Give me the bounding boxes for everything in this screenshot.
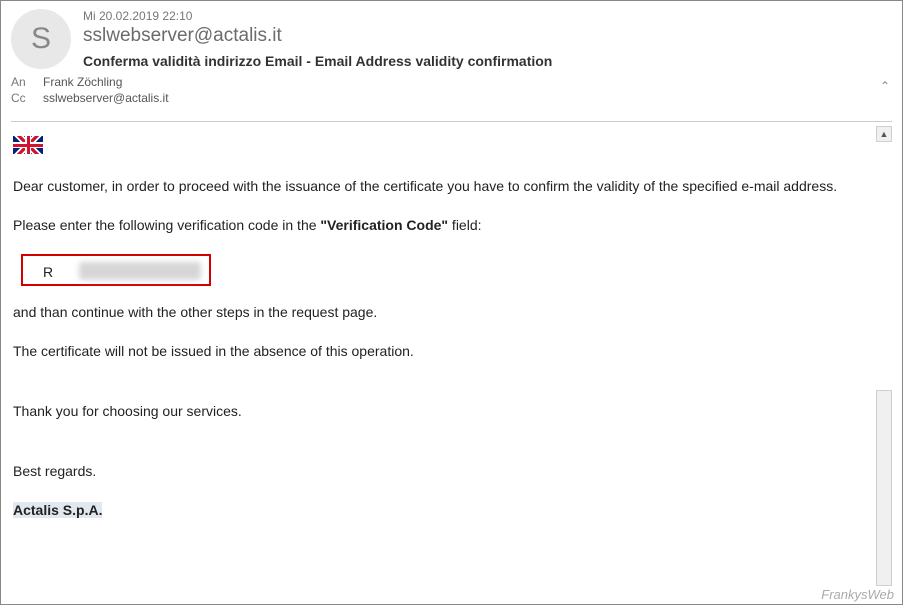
body-instruction: Please enter the following verification … <box>13 215 872 236</box>
instruction-prefix: Please enter the following verification … <box>13 217 320 233</box>
body-greeting: Dear customer, in order to proceed with … <box>13 176 872 197</box>
body-company: Actalis S.p.A. <box>13 500 872 521</box>
recipients-block: An Frank Zöchling Cc sslwebserver@actali… <box>1 73 902 117</box>
message-subject: Conferma validità indirizzo Email - Emai… <box>83 53 892 69</box>
expand-header-toggle[interactable]: ⌃ <box>880 79 890 93</box>
message-body: Dear customer, in order to proceed with … <box>11 126 892 586</box>
header-body-separator <box>11 121 892 122</box>
company-name: Actalis S.p.A. <box>13 502 102 518</box>
body-warning: The certificate will not be issued in th… <box>13 341 872 362</box>
body-thanks: Thank you for choosing our services. <box>13 401 872 422</box>
sender-address: sslwebserver@actalis.it <box>83 25 892 47</box>
instruction-bold: "Verification Code" <box>320 217 448 233</box>
message-body-wrapper: ▲ Dear customer, in order to proceed wit… <box>11 126 892 586</box>
sender-avatar: S <box>11 9 71 69</box>
uk-flag-icon <box>13 136 43 154</box>
avatar-initial: S <box>31 22 51 56</box>
watermark: FrankysWeb <box>821 587 894 602</box>
to-value: Frank Zöchling <box>43 75 122 89</box>
body-continue: and than continue with the other steps i… <box>13 302 872 323</box>
triangle-up-icon: ▲ <box>880 129 889 139</box>
header-text-block: Mi 20.02.2019 22:10 sslwebserver@actalis… <box>83 9 892 69</box>
verification-code-redacted <box>79 262 201 280</box>
cc-label: Cc <box>11 91 35 105</box>
body-regards: Best regards. <box>13 461 872 482</box>
verification-code-visible: R <box>43 264 53 280</box>
to-label: An <box>11 75 35 89</box>
message-header: S Mi 20.02.2019 22:10 sslwebserver@actal… <box>1 1 902 73</box>
message-timestamp: Mi 20.02.2019 22:10 <box>83 9 892 23</box>
instruction-suffix: field: <box>448 217 481 233</box>
chevron-down-icon: ⌃ <box>880 79 890 93</box>
scrollbar-track[interactable] <box>876 390 892 586</box>
scroll-up-button[interactable]: ▲ <box>876 126 892 142</box>
verification-code-box: R <box>21 254 211 286</box>
cc-value: sslwebserver@actalis.it <box>43 91 169 105</box>
